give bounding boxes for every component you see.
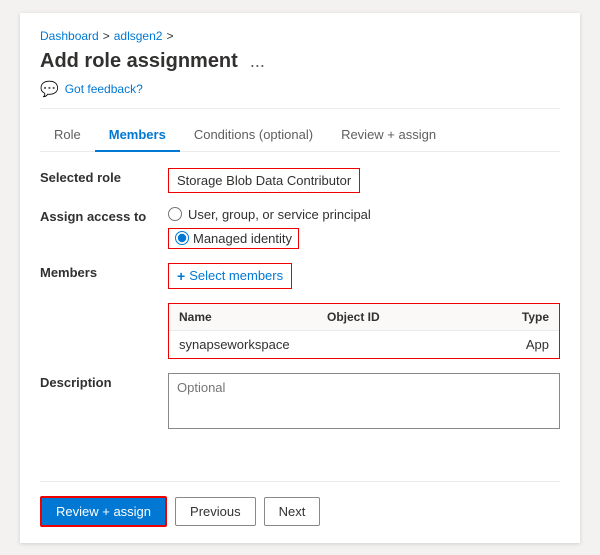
selected-role-label: Selected role xyxy=(40,168,160,185)
feedback-icon: 💬 xyxy=(40,80,59,98)
tab-role[interactable]: Role xyxy=(40,119,95,152)
select-members-button[interactable]: + Select members xyxy=(168,263,292,289)
previous-button[interactable]: Previous xyxy=(175,497,256,526)
page-title: Add role assignment xyxy=(40,50,238,73)
title-row: Add role assignment ... xyxy=(40,49,560,74)
breadcrumb-sep2: > xyxy=(166,29,173,43)
selected-role-row: Selected role Storage Blob Data Contribu… xyxy=(40,168,560,193)
selected-role-value: Storage Blob Data Contributor xyxy=(168,168,360,193)
option-managed-identity[interactable]: Managed identity xyxy=(168,228,371,249)
row-objectid xyxy=(327,337,475,352)
footer: Review + assign Previous Next xyxy=(40,481,560,527)
breadcrumb-dashboard[interactable]: Dashboard xyxy=(40,29,99,43)
radio-user-group[interactable] xyxy=(168,207,182,221)
form-section: Selected role Storage Blob Data Contribu… xyxy=(40,168,560,463)
radio-managed-identity[interactable] xyxy=(175,231,189,245)
access-options: User, group, or service principal Manage… xyxy=(168,207,371,249)
breadcrumb-adlsgen2[interactable]: adlsgen2 xyxy=(114,29,163,43)
option-user-group[interactable]: User, group, or service principal xyxy=(168,207,371,222)
members-label: Members xyxy=(40,263,160,280)
breadcrumb-sep1: > xyxy=(103,29,110,43)
option-managed-identity-label: Managed identity xyxy=(193,231,292,246)
tab-conditions[interactable]: Conditions (optional) xyxy=(180,119,327,152)
description-row: Description xyxy=(40,373,560,429)
assign-access-row: Assign access to User, group, or service… xyxy=(40,207,560,249)
tabs: Role Members Conditions (optional) Revie… xyxy=(40,119,560,152)
breadcrumb: Dashboard > adlsgen2 > xyxy=(40,29,560,43)
select-members-label: Select members xyxy=(189,268,283,283)
option-user-group-label: User, group, or service principal xyxy=(188,207,371,222)
col-header-objectid: Object ID xyxy=(327,310,475,324)
review-assign-button[interactable]: Review + assign xyxy=(40,496,167,527)
col-header-name: Name xyxy=(179,310,327,324)
description-label: Description xyxy=(40,373,160,390)
main-panel: Dashboard > adlsgen2 > Add role assignme… xyxy=(20,13,580,543)
row-name: synapseworkspace xyxy=(179,337,327,352)
members-row: Members + Select members xyxy=(40,263,560,289)
tab-members[interactable]: Members xyxy=(95,119,180,152)
col-header-type: Type xyxy=(475,310,549,324)
next-button[interactable]: Next xyxy=(264,497,321,526)
more-options-button[interactable]: ... xyxy=(246,49,269,74)
assign-access-label: Assign access to xyxy=(40,207,160,224)
feedback-label: Got feedback? xyxy=(65,82,143,96)
plus-icon: + xyxy=(177,268,185,284)
description-input[interactable] xyxy=(168,373,560,429)
row-type: App xyxy=(475,337,549,352)
tab-review[interactable]: Review + assign xyxy=(327,119,450,152)
members-table: Name Object ID Type synapseworkspace App xyxy=(168,303,560,359)
table-row: synapseworkspace App xyxy=(169,331,559,358)
table-header: Name Object ID Type xyxy=(169,304,559,331)
feedback-row[interactable]: 💬 Got feedback? xyxy=(40,80,560,109)
